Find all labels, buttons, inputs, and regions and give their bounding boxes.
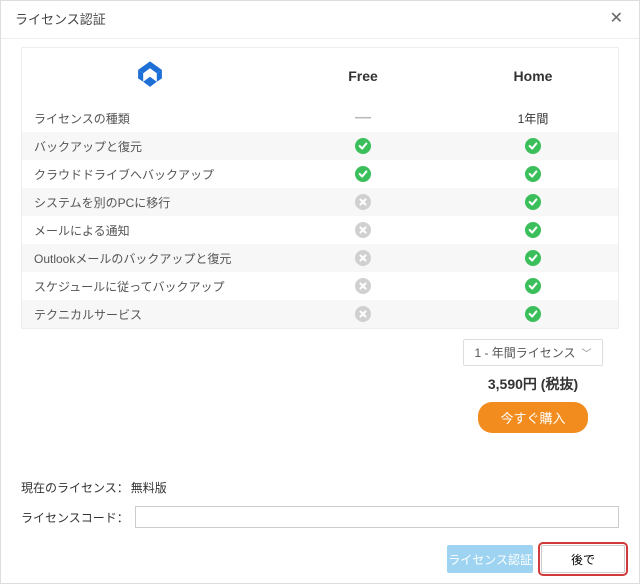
later-button[interactable]: 後で: [541, 545, 625, 573]
feature-free-cell: [278, 306, 448, 322]
feature-free-cell: [278, 166, 448, 182]
feature-free-cell: —: [278, 109, 448, 127]
feature-home-cell: 1年間: [448, 110, 618, 127]
check-icon: [355, 138, 371, 154]
price-text: 3,590円 (税抜): [447, 374, 619, 394]
feature-label: テクニカルサービス: [22, 306, 278, 323]
dash-icon: —: [355, 109, 371, 126]
feature-home-cell: [448, 222, 618, 238]
column-header-free: Free: [278, 68, 448, 84]
feature-label: クラウドドライブへバックアップ: [22, 166, 278, 183]
cross-icon: [355, 222, 371, 238]
feature-free-cell: [278, 194, 448, 210]
buy-now-button[interactable]: 今すぐ購入: [478, 402, 587, 433]
license-term-dropdown[interactable]: 1 - 年間ライセンス ﹀: [463, 339, 602, 366]
check-icon: [355, 166, 371, 182]
feature-comparison-table: Free Home ライセンスの種類 — 1年間バックアップと復元クラウドドライブへ…: [21, 47, 619, 329]
feature-home-text: 1年間: [518, 112, 549, 126]
check-icon: [525, 250, 541, 266]
window-title: ライセンス認証: [15, 9, 106, 28]
license-term-label: 1 - 年間ライセンス: [474, 344, 575, 361]
table-row: Outlookメールのバックアップと復元: [22, 244, 618, 272]
chevron-down-icon: ﹀: [582, 345, 592, 360]
feature-home-cell: [448, 250, 618, 266]
feature-label: メールによる通知: [22, 222, 278, 239]
cross-icon: [355, 250, 371, 266]
table-row: テクニカルサービス: [22, 300, 618, 328]
feature-home-cell: [448, 166, 618, 182]
table-row: バックアップと復元: [22, 132, 618, 160]
feature-label: スケジュールに従ってバックアップ: [22, 278, 278, 295]
feature-label: バックアップと復元: [22, 138, 278, 155]
feature-label: Outlookメールのバックアップと復元: [22, 250, 278, 267]
product-logo-icon: [133, 58, 167, 95]
check-icon: [525, 222, 541, 238]
feature-free-cell: [278, 250, 448, 266]
table-row: クラウドドライブへバックアップ: [22, 160, 618, 188]
license-code-label: ライセンスコード：: [21, 509, 129, 526]
feature-label: ライセンスの種類: [22, 110, 278, 127]
cross-icon: [355, 306, 371, 322]
cross-icon: [355, 194, 371, 210]
feature-label: システムを別のPCに移行: [22, 194, 278, 211]
check-icon: [525, 138, 541, 154]
feature-free-cell: [278, 222, 448, 238]
table-row: メールによる通知: [22, 216, 618, 244]
feature-home-cell: [448, 138, 618, 154]
table-row: システムを別のPCに移行: [22, 188, 618, 216]
activate-button[interactable]: ライセンス認証: [447, 545, 533, 573]
current-license-label: 現在のライセンス：: [21, 481, 129, 495]
close-icon[interactable]: ✕: [608, 11, 625, 27]
feature-free-cell: [278, 138, 448, 154]
check-icon: [525, 278, 541, 294]
pricing-block: 1 - 年間ライセンス ﹀ 3,590円 (税抜) 今すぐ購入: [447, 329, 619, 451]
current-license-value: 無料版: [131, 481, 167, 495]
feature-home-cell: [448, 194, 618, 210]
cross-icon: [355, 278, 371, 294]
check-icon: [525, 306, 541, 322]
check-icon: [525, 194, 541, 210]
license-code-input[interactable]: [135, 506, 619, 528]
feature-free-cell: [278, 278, 448, 294]
feature-home-cell: [448, 278, 618, 294]
check-icon: [525, 166, 541, 182]
table-row: スケジュールに従ってバックアップ: [22, 272, 618, 300]
table-row: ライセンスの種類 — 1年間: [22, 104, 618, 132]
feature-home-cell: [448, 306, 618, 322]
column-header-home: Home: [448, 68, 618, 84]
